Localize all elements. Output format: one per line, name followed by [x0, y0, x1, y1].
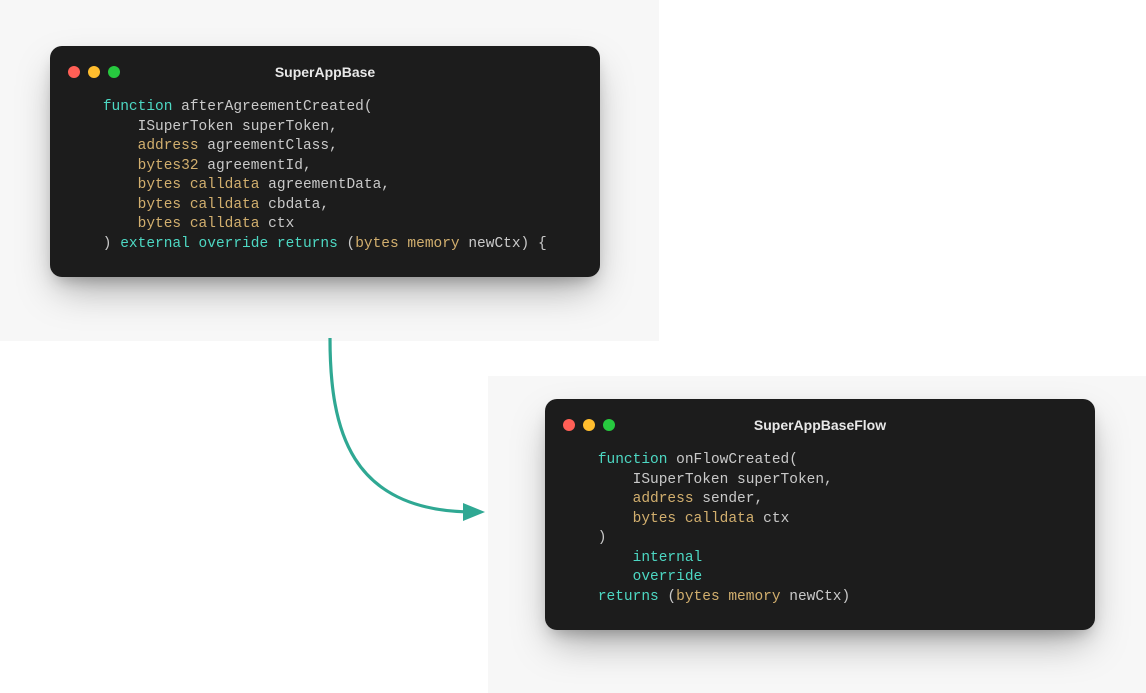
window-title: SuperAppBaseFlow	[563, 417, 1077, 433]
traffic-lights	[563, 419, 615, 431]
zoom-icon	[603, 419, 615, 431]
zoom-icon	[108, 66, 120, 78]
close-icon	[68, 66, 80, 78]
traffic-lights	[68, 66, 120, 78]
code-block: function onFlowCreated( ISuperToken supe…	[563, 451, 1077, 608]
close-icon	[563, 419, 575, 431]
code-block: function afterAgreementCreated( ISuperTo…	[68, 98, 582, 255]
minimize-icon	[583, 419, 595, 431]
code-window-superappbaseflow: SuperAppBaseFlow function onFlowCreated(…	[545, 399, 1095, 630]
window-title: SuperAppBase	[68, 64, 582, 80]
window-titlebar: SuperAppBaseFlow	[563, 413, 1077, 437]
minimize-icon	[88, 66, 100, 78]
window-titlebar: SuperAppBase	[68, 60, 582, 84]
arrow-icon	[305, 330, 505, 540]
code-window-superappbase: SuperAppBase function afterAgreementCrea…	[50, 46, 600, 277]
